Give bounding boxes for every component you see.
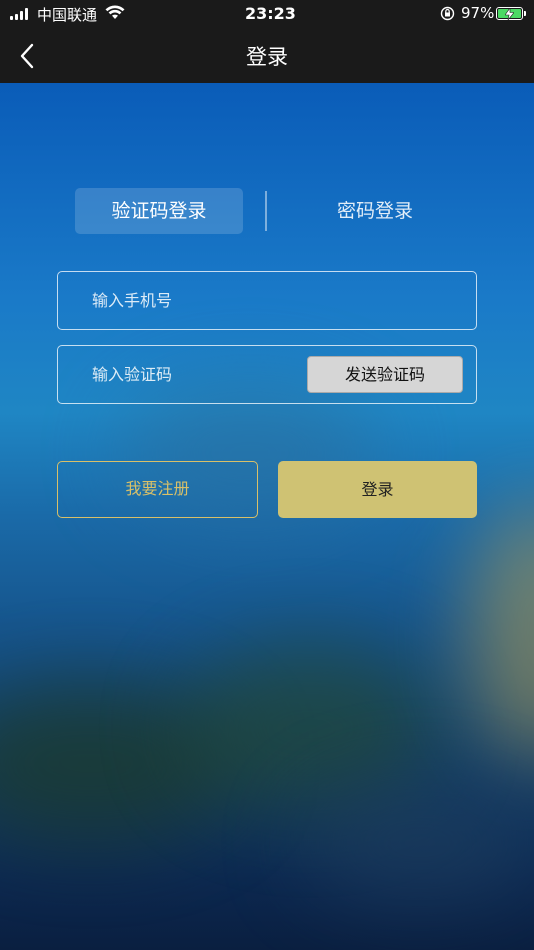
navigation-bar: 登录: [0, 28, 534, 83]
tab-sms-code-login[interactable]: 验证码登录: [75, 188, 243, 234]
signal-strength-icon: [10, 8, 32, 20]
battery-icon: [496, 7, 526, 20]
send-code-button[interactable]: 发送验证码: [307, 356, 463, 393]
battery-percent: 97%: [461, 4, 495, 22]
page-title: 登录: [246, 45, 288, 69]
phone-field: [57, 271, 477, 330]
status-bar: 中国联通 23:23 97%: [0, 0, 534, 28]
orientation-lock-icon: [440, 6, 455, 21]
charging-bolt-icon: [505, 8, 514, 20]
carrier-name: 中国联通: [37, 6, 98, 24]
login-button[interactable]: 登录: [278, 461, 477, 518]
wifi-icon: [105, 5, 125, 19]
register-button[interactable]: 我要注册: [57, 461, 258, 518]
phone-input[interactable]: [92, 272, 302, 329]
clock: 23:23: [245, 4, 296, 23]
verification-code-field: 发送验证码: [57, 345, 477, 404]
verification-code-input[interactable]: [92, 346, 302, 403]
tab-password-login[interactable]: 密码登录: [290, 188, 460, 234]
tab-divider: [265, 191, 267, 231]
